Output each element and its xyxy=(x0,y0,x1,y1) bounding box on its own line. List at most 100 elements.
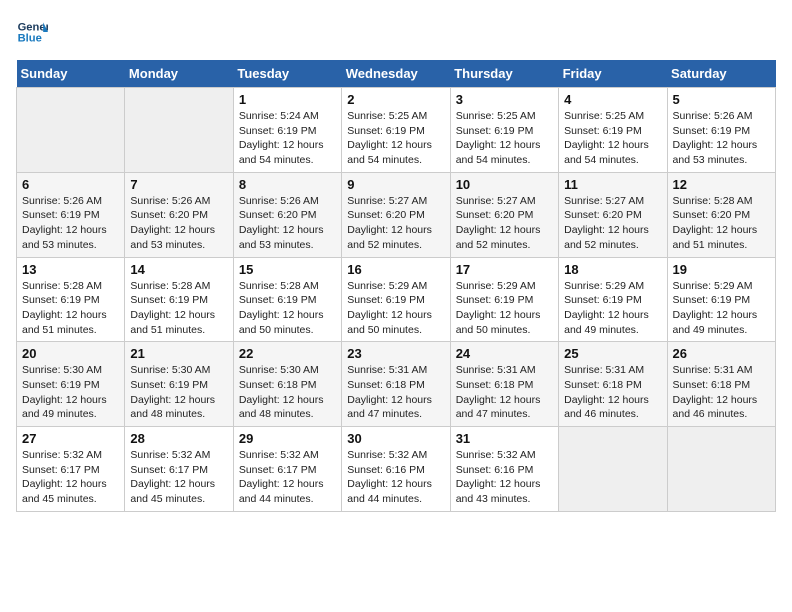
day-info: Sunrise: 5:28 AMSunset: 6:19 PMDaylight:… xyxy=(22,279,119,338)
weekday-header-thursday: Thursday xyxy=(450,60,558,88)
calendar-cell xyxy=(559,427,667,512)
day-info: Sunrise: 5:31 AMSunset: 6:18 PMDaylight:… xyxy=(673,363,770,422)
day-number: 31 xyxy=(456,431,553,446)
calendar-cell: 2Sunrise: 5:25 AMSunset: 6:19 PMDaylight… xyxy=(342,88,450,173)
calendar-cell: 4 Sunrise: 5:25 AMSunset: 6:19 PMDaylight… xyxy=(559,88,667,173)
calendar-cell: 11 Sunrise: 5:27 AMSunset: 6:20 PMDayligh… xyxy=(559,172,667,257)
calendar-cell: 23 Sunrise: 5:31 AMSunset: 6:18 PMDayligh… xyxy=(342,342,450,427)
calendar-table: SundayMondayTuesdayWednesdayThursdayFrid… xyxy=(16,60,776,512)
calendar-cell: 31 Sunrise: 5:32 AMSunset: 6:16 PMDayligh… xyxy=(450,427,558,512)
weekday-header-sunday: Sunday xyxy=(17,60,125,88)
day-number: 2 xyxy=(347,92,444,107)
calendar-cell: 21Sunrise: 5:30 AMSunset: 6:19 PMDayligh… xyxy=(125,342,233,427)
calendar-cell: 3 Sunrise: 5:25 AMSunset: 6:19 PMDaylight… xyxy=(450,88,558,173)
day-info: Sunrise: 5:26 AMSunset: 6:20 PMDaylight:… xyxy=(130,194,227,253)
day-info: Sunrise: 5:29 AMSunset: 6:19 PMDaylight:… xyxy=(456,279,553,338)
day-number: 22 xyxy=(239,346,336,361)
day-info: Sunrise: 5:28 AMSunset: 6:19 PMDaylight:… xyxy=(239,279,336,338)
day-number: 10 xyxy=(456,177,553,192)
day-info: Sunrise: 5:30 AMSunset: 6:18 PMDaylight:… xyxy=(239,363,336,422)
calendar-cell: 25 Sunrise: 5:31 AMSunset: 6:18 PMDayligh… xyxy=(559,342,667,427)
day-number: 12 xyxy=(673,177,770,192)
day-info: Sunrise: 5:32 AMSunset: 6:17 PMDaylight:… xyxy=(22,448,119,507)
day-info: Sunrise: 5:32 AMSunset: 6:16 PMDaylight:… xyxy=(456,448,553,507)
day-info: Sunrise: 5:27 AMSunset: 6:20 PMDaylight:… xyxy=(456,194,553,253)
day-number: 15 xyxy=(239,262,336,277)
page-header: General Blue xyxy=(16,16,776,48)
logo-icon: General Blue xyxy=(16,16,48,48)
day-number: 14 xyxy=(130,262,227,277)
day-info: Sunrise: 5:32 AMSunset: 6:17 PMDaylight:… xyxy=(130,448,227,507)
weekday-header-tuesday: Tuesday xyxy=(233,60,341,88)
calendar-cell: 26 Sunrise: 5:31 AMSunset: 6:18 PMDayligh… xyxy=(667,342,775,427)
day-number: 17 xyxy=(456,262,553,277)
weekday-header-saturday: Saturday xyxy=(667,60,775,88)
day-number: 20 xyxy=(22,346,119,361)
calendar-cell: 9 Sunrise: 5:27 AMSunset: 6:20 PMDaylight… xyxy=(342,172,450,257)
calendar-cell: 27 Sunrise: 5:32 AMSunset: 6:17 PMDayligh… xyxy=(17,427,125,512)
day-info: Sunrise: 5:30 AMSunset: 6:19 PMDaylight:… xyxy=(22,363,119,422)
day-info: Sunrise: 5:28 AMSunset: 6:19 PMDaylight:… xyxy=(130,279,227,338)
calendar-cell: 30 Sunrise: 5:32 AMSunset: 6:16 PMDayligh… xyxy=(342,427,450,512)
day-info: Sunrise: 5:29 AMSunset: 6:19 PMDaylight:… xyxy=(673,279,770,338)
day-info: Sunrise: 5:27 AMSunset: 6:20 PMDaylight:… xyxy=(564,194,661,253)
calendar-cell: 13 Sunrise: 5:28 AMSunset: 6:19 PMDayligh… xyxy=(17,257,125,342)
calendar-cell xyxy=(17,88,125,173)
calendar-cell xyxy=(125,88,233,173)
day-number: 4 xyxy=(564,92,661,107)
calendar-cell: 8 Sunrise: 5:26 AMSunset: 6:20 PMDaylight… xyxy=(233,172,341,257)
weekday-header-monday: Monday xyxy=(125,60,233,88)
day-info: Sunrise: 5:32 AMSunset: 6:17 PMDaylight:… xyxy=(239,448,336,507)
day-number: 11 xyxy=(564,177,661,192)
day-info: Sunrise: 5:31 AMSunset: 6:18 PMDaylight:… xyxy=(347,363,444,422)
day-number: 26 xyxy=(673,346,770,361)
day-info: Sunrise: 5:25 AMSunset: 6:19 PMDaylight:… xyxy=(456,109,553,168)
calendar-cell: 17 Sunrise: 5:29 AMSunset: 6:19 PMDayligh… xyxy=(450,257,558,342)
day-number: 9 xyxy=(347,177,444,192)
calendar-cell: 24 Sunrise: 5:31 AMSunset: 6:18 PMDayligh… xyxy=(450,342,558,427)
calendar-cell: 15 Sunrise: 5:28 AMSunset: 6:19 PMDayligh… xyxy=(233,257,341,342)
weekday-header-friday: Friday xyxy=(559,60,667,88)
calendar-cell: 1 Sunrise: 5:24 AMSunset: 6:19 PMDaylight… xyxy=(233,88,341,173)
day-info: Sunrise: 5:24 AMSunset: 6:19 PMDaylight:… xyxy=(239,109,336,168)
day-info: Sunrise: 5:29 AMSunset: 6:19 PMDaylight:… xyxy=(564,279,661,338)
day-number: 25 xyxy=(564,346,661,361)
day-number: 3 xyxy=(456,92,553,107)
day-info: Sunrise: 5:32 AMSunset: 6:16 PMDaylight:… xyxy=(347,448,444,507)
day-info: Sunrise: 5:28 AMSunset: 6:20 PMDaylight:… xyxy=(673,194,770,253)
calendar-cell: 29Sunrise: 5:32 AMSunset: 6:17 PMDayligh… xyxy=(233,427,341,512)
calendar-cell: 6Sunrise: 5:26 AMSunset: 6:19 PMDaylight… xyxy=(17,172,125,257)
day-info: Sunrise: 5:25 AMSunset: 6:19 PMDaylight:… xyxy=(564,109,661,168)
day-number: 5 xyxy=(673,92,770,107)
day-info: Sunrise: 5:31 AMSunset: 6:18 PMDaylight:… xyxy=(456,363,553,422)
day-number: 8 xyxy=(239,177,336,192)
day-number: 7 xyxy=(130,177,227,192)
calendar-cell: 14 Sunrise: 5:28 AMSunset: 6:19 PMDayligh… xyxy=(125,257,233,342)
day-number: 13 xyxy=(22,262,119,277)
day-info: Sunrise: 5:30 AMSunset: 6:19 PMDaylight:… xyxy=(130,363,227,422)
calendar-cell: 16Sunrise: 5:29 AMSunset: 6:19 PMDayligh… xyxy=(342,257,450,342)
calendar-cell: 10 Sunrise: 5:27 AMSunset: 6:20 PMDayligh… xyxy=(450,172,558,257)
calendar-cell: 22 Sunrise: 5:30 AMSunset: 6:18 PMDayligh… xyxy=(233,342,341,427)
day-number: 23 xyxy=(347,346,444,361)
weekday-header-wednesday: Wednesday xyxy=(342,60,450,88)
day-info: Sunrise: 5:26 AMSunset: 6:20 PMDaylight:… xyxy=(239,194,336,253)
day-number: 18 xyxy=(564,262,661,277)
day-info: Sunrise: 5:27 AMSunset: 6:20 PMDaylight:… xyxy=(347,194,444,253)
day-info: Sunrise: 5:31 AMSunset: 6:18 PMDaylight:… xyxy=(564,363,661,422)
day-number: 28 xyxy=(130,431,227,446)
day-number: 27 xyxy=(22,431,119,446)
logo: General Blue xyxy=(16,16,48,48)
day-number: 30 xyxy=(347,431,444,446)
day-info: Sunrise: 5:26 AMSunset: 6:19 PMDaylight:… xyxy=(673,109,770,168)
day-number: 24 xyxy=(456,346,553,361)
calendar-cell: 7 Sunrise: 5:26 AMSunset: 6:20 PMDaylight… xyxy=(125,172,233,257)
calendar-cell: 18 Sunrise: 5:29 AMSunset: 6:19 PMDayligh… xyxy=(559,257,667,342)
calendar-cell xyxy=(667,427,775,512)
day-number: 19 xyxy=(673,262,770,277)
day-info: Sunrise: 5:26 AMSunset: 6:19 PMDaylight:… xyxy=(22,194,119,253)
day-number: 1 xyxy=(239,92,336,107)
calendar-cell: 5 Sunrise: 5:26 AMSunset: 6:19 PMDaylight… xyxy=(667,88,775,173)
calendar-cell: 28 Sunrise: 5:32 AMSunset: 6:17 PMDayligh… xyxy=(125,427,233,512)
calendar-cell: 12 Sunrise: 5:28 AMSunset: 6:20 PMDayligh… xyxy=(667,172,775,257)
